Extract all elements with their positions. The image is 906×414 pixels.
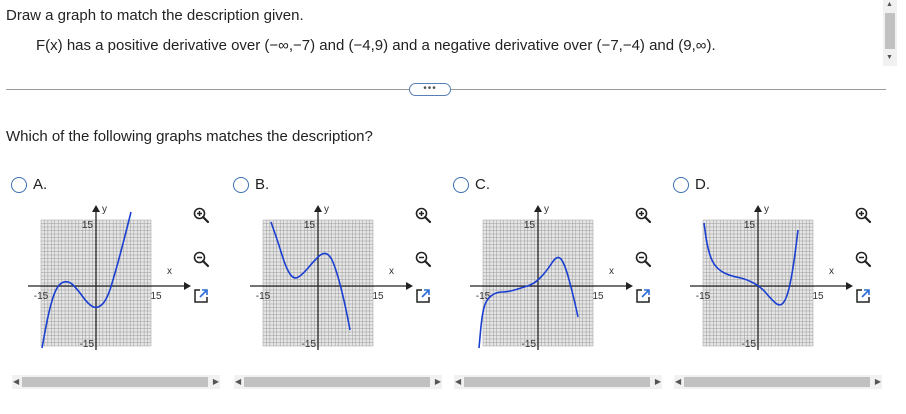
y-tick-15: 15: [82, 220, 94, 231]
radio-button[interactable]: [233, 177, 249, 193]
radio-button[interactable]: [11, 177, 27, 193]
scroll-right-arrow-icon[interactable]: ▶: [655, 375, 661, 389]
option-b[interactable]: B. y x 15 -15 -15 15 ◀ ▶: [222, 0, 442, 414]
graph-plot: y x 15 -15 -15 15: [250, 204, 413, 350]
graph: y x 15 -15 -15 15: [686, 200, 856, 350]
x-tick-neg15: -15: [476, 291, 491, 302]
x-tick-15: 15: [592, 291, 604, 302]
horizontal-scrollbar[interactable]: ◀ ▶: [234, 375, 442, 389]
zoom-out-icon[interactable]: [414, 250, 432, 268]
x-tick-neg15: -15: [256, 291, 271, 302]
y-axis-label: y: [764, 204, 769, 215]
scroll-thumb[interactable]: [22, 377, 208, 387]
x-tick-15: 15: [150, 291, 162, 302]
option-letter: C.: [475, 176, 490, 193]
option-letter: A.: [33, 176, 48, 193]
option-c[interactable]: C. y x 15 -15 -15 15 ◀ ▶: [442, 0, 662, 414]
x-tick-neg15: -15: [34, 291, 49, 302]
radio-button[interactable]: [673, 177, 689, 193]
scroll-left-arrow-icon[interactable]: ◀: [13, 375, 19, 389]
scroll-left-arrow-icon[interactable]: ◀: [235, 375, 241, 389]
y-tick-neg15: -15: [302, 339, 317, 350]
scroll-right-arrow-icon[interactable]: ▶: [875, 375, 881, 389]
zoom-in-icon[interactable]: [414, 206, 432, 224]
graph: y x 15 -15 -15 15: [246, 200, 416, 350]
x-axis-label: x: [167, 266, 172, 277]
graph: y x 15 -15 -15 15: [24, 200, 194, 350]
y-tick-15: 15: [524, 220, 536, 231]
zoom-out-icon[interactable]: [634, 250, 652, 268]
expand-icon[interactable]: [192, 287, 210, 305]
graph: y x 15 -15 -15 15: [466, 200, 636, 350]
y-tick-15: 15: [304, 220, 316, 231]
zoom-out-icon[interactable]: [854, 250, 872, 268]
scroll-thumb[interactable]: [244, 377, 430, 387]
vertical-scrollbar[interactable]: ▲ ▼: [883, 0, 897, 66]
y-tick-neg15: -15: [742, 339, 757, 350]
x-tick-15: 15: [372, 291, 384, 302]
y-axis-label: y: [544, 204, 549, 215]
zoom-in-icon[interactable]: [634, 206, 652, 224]
x-axis-label: x: [829, 266, 834, 277]
horizontal-scrollbar[interactable]: ◀ ▶: [12, 375, 220, 389]
zoom-in-icon[interactable]: [192, 206, 210, 224]
option-letter: D.: [695, 176, 710, 193]
y-axis-label: y: [324, 204, 329, 215]
expand-icon[interactable]: [854, 287, 872, 305]
graph-plot: y x 15 -15 -15 15: [28, 204, 191, 350]
scroll-thumb[interactable]: [684, 377, 870, 387]
horizontal-scrollbar[interactable]: ◀ ▶: [674, 375, 882, 389]
y-tick-neg15: -15: [80, 339, 95, 350]
option-letter: B.: [255, 176, 270, 193]
zoom-in-icon[interactable]: [854, 206, 872, 224]
scroll-thumb[interactable]: [464, 377, 650, 387]
zoom-out-icon[interactable]: [192, 250, 210, 268]
y-axis-label: y: [102, 204, 107, 215]
y-tick-15: 15: [744, 220, 756, 231]
scroll-down-arrow-icon[interactable]: ▼: [886, 54, 893, 61]
scroll-up-arrow-icon[interactable]: ▲: [886, 1, 893, 8]
scroll-thumb[interactable]: [885, 13, 895, 49]
x-tick-neg15: -15: [696, 291, 711, 302]
graph-plot: y x 15 -15 -15 15: [470, 204, 633, 350]
y-tick-neg15: -15: [522, 339, 537, 350]
scroll-left-arrow-icon[interactable]: ◀: [675, 375, 681, 389]
x-axis-label: x: [389, 266, 394, 277]
x-axis-label: x: [609, 266, 614, 277]
x-tick-15: 15: [812, 291, 824, 302]
option-a[interactable]: A. y x 15 -15 -15 15 ◀ ▶: [0, 0, 220, 414]
expand-icon[interactable]: [634, 287, 652, 305]
radio-button[interactable]: [453, 177, 469, 193]
scroll-right-arrow-icon[interactable]: ▶: [435, 375, 441, 389]
option-d[interactable]: D. y x 15 -15 -15 15 ◀ ▶: [662, 0, 882, 414]
scroll-right-arrow-icon[interactable]: ▶: [213, 375, 219, 389]
horizontal-scrollbar[interactable]: ◀ ▶: [454, 375, 662, 389]
scroll-left-arrow-icon[interactable]: ◀: [455, 375, 461, 389]
expand-icon[interactable]: [414, 287, 432, 305]
graph-plot: y x 15 -15 -15 15: [690, 204, 853, 350]
